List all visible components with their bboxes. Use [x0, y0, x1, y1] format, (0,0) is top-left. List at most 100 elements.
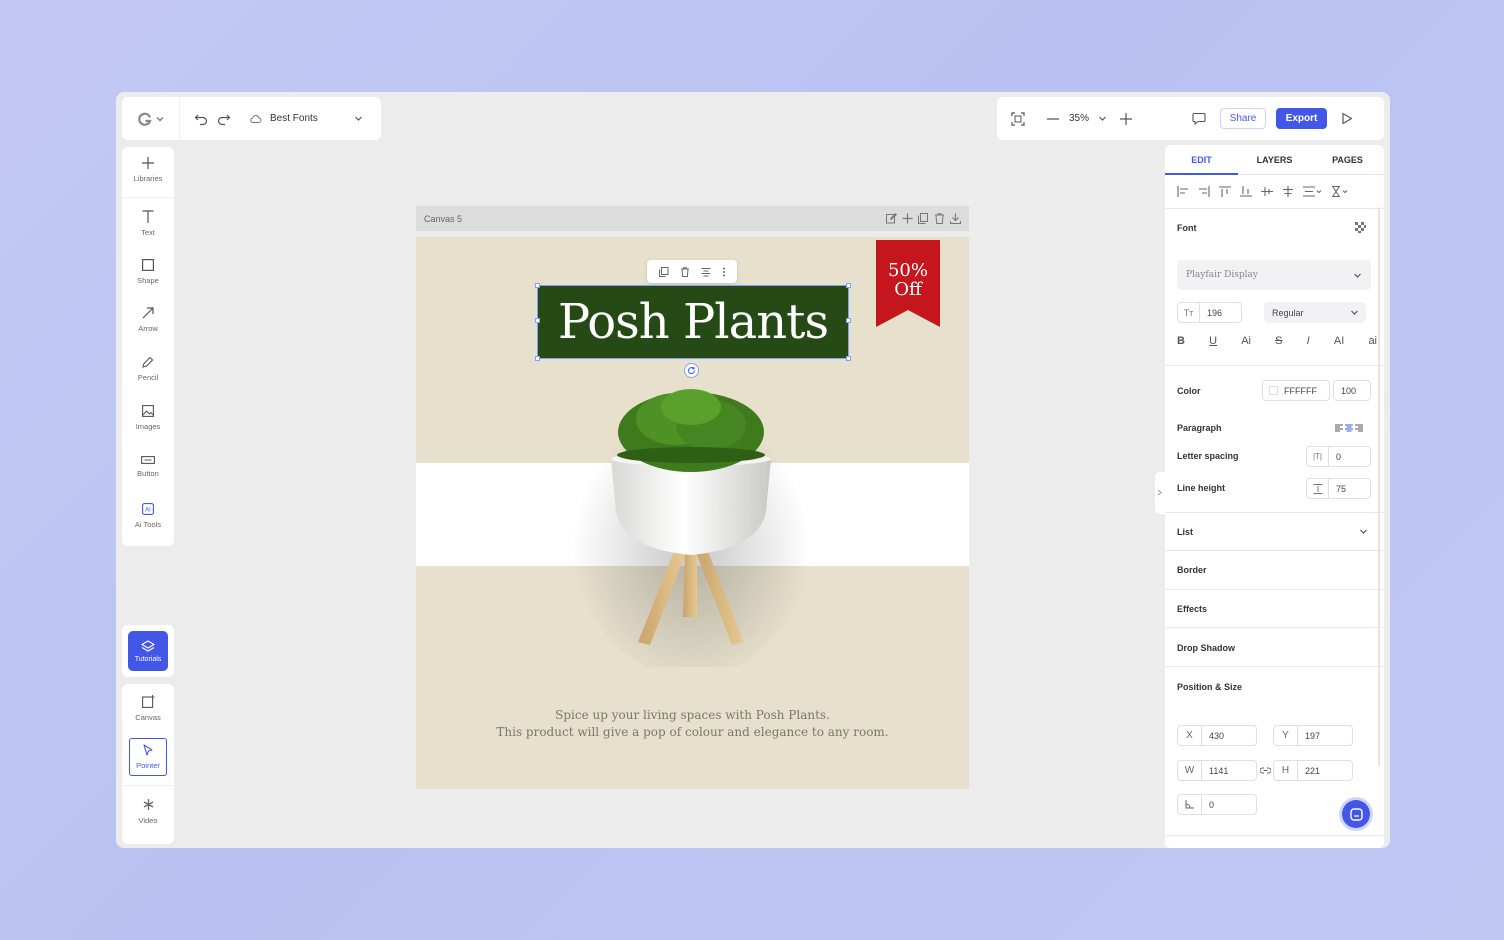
effects-section[interactable]: Effects — [1177, 604, 1207, 614]
font-weight-select[interactable]: Regular — [1264, 302, 1366, 323]
letter-spacing-field[interactable]: |T| 0 — [1306, 446, 1371, 467]
resize-handle[interactable] — [535, 283, 540, 288]
tutorials-button[interactable]: Tutorials — [128, 631, 168, 671]
edit-icon[interactable] — [886, 213, 897, 224]
document-name[interactable]: Best Fonts — [270, 113, 318, 124]
tool-images[interactable]: Images — [122, 395, 174, 441]
align-center-icon[interactable] — [701, 267, 711, 277]
headline-text[interactable]: Posh Plants — [558, 294, 829, 350]
redo-button[interactable] — [217, 112, 231, 126]
align-right-icon[interactable] — [1198, 186, 1210, 197]
panel-scrollbar[interactable] — [1378, 207, 1380, 767]
align-middle-icon[interactable] — [1261, 186, 1273, 197]
color-swatch[interactable] — [1269, 386, 1278, 395]
drop-shadow-section[interactable]: Drop Shadow — [1177, 643, 1235, 653]
tool-text[interactable]: Text — [122, 200, 174, 246]
strikethrough-button[interactable]: S — [1275, 335, 1282, 347]
zoom-in-button[interactable] — [1119, 112, 1133, 126]
document-menu-button[interactable] — [354, 114, 363, 123]
height-field[interactable]: H 221 — [1273, 760, 1353, 781]
trash-icon[interactable] — [934, 213, 945, 224]
zoom-level[interactable]: 35% — [1064, 113, 1094, 124]
italic-button[interactable]: I — [1307, 335, 1310, 347]
font-grid-icon[interactable] — [1355, 222, 1366, 233]
link-icon[interactable] — [1260, 766, 1271, 775]
tool-pointer[interactable]: Pointer — [129, 738, 167, 776]
angle-field[interactable]: 0 — [1177, 794, 1257, 815]
resize-handle[interactable] — [535, 318, 540, 323]
letter-spacing-value[interactable]: 0 — [1329, 452, 1341, 462]
tab-layers[interactable]: LAYERS — [1238, 145, 1311, 174]
tool-canvas[interactable]: Canvas — [122, 685, 174, 731]
width-field[interactable]: W 1141 — [1177, 760, 1257, 781]
tool-pencil[interactable]: Pencil — [122, 346, 174, 392]
export-button[interactable]: Export — [1276, 108, 1327, 129]
list-section[interactable]: List — [1177, 527, 1193, 537]
x-field[interactable]: X 430 — [1177, 725, 1257, 746]
resize-handle[interactable] — [846, 318, 851, 323]
align-top-icon[interactable] — [1219, 186, 1231, 197]
plus-icon[interactable] — [902, 213, 913, 224]
color-hex-field[interactable]: FFFFFF — [1262, 380, 1330, 401]
undo-button[interactable] — [194, 112, 208, 126]
align-right-icon[interactable] — [1355, 424, 1363, 432]
border-section[interactable]: Border — [1177, 565, 1207, 575]
comment-button[interactable] — [1192, 112, 1206, 125]
download-icon[interactable] — [950, 213, 961, 224]
align-left-icon[interactable] — [1335, 424, 1343, 432]
resize-handle[interactable] — [846, 356, 851, 361]
align-left-icon[interactable] — [1177, 186, 1189, 197]
tagline-text[interactable]: Spice up your living spaces with Posh Pl… — [416, 707, 969, 741]
line-height-field[interactable]: 75 — [1306, 478, 1371, 499]
resize-handle[interactable] — [846, 283, 851, 288]
panel-collapse-tab[interactable] — [1155, 472, 1165, 514]
y-field[interactable]: Y 197 — [1273, 725, 1353, 746]
font-family-select[interactable]: Playfair Display — [1177, 260, 1371, 290]
distribute-menu[interactable] — [1303, 186, 1322, 197]
line-height-value[interactable]: 75 — [1329, 484, 1346, 494]
font-size-field[interactable]: Tт 196 — [1177, 302, 1242, 323]
tool-shape[interactable]: Shape — [122, 249, 174, 295]
color-hex-value[interactable]: FFFFFF — [1284, 386, 1317, 396]
font-size-value[interactable]: 196 — [1200, 308, 1222, 318]
tool-ai-tools[interactable]: AI Ai Tools — [122, 493, 174, 539]
width-value[interactable]: 1141 — [1202, 766, 1228, 776]
more-vertical-icon[interactable] — [722, 267, 726, 277]
app-menu-button[interactable] — [122, 97, 180, 140]
zoom-out-button[interactable] — [1046, 112, 1060, 126]
color-opacity-field[interactable]: 100 — [1333, 380, 1371, 401]
angle-value[interactable]: 0 — [1202, 800, 1214, 810]
headline-text-box[interactable]: Posh Plants — [535, 283, 851, 361]
rotate-handle[interactable] — [684, 363, 699, 378]
lowercase-button[interactable]: ai — [1368, 335, 1377, 347]
resize-handle[interactable] — [535, 356, 540, 361]
fit-screen-button[interactable] — [1011, 111, 1025, 126]
bold-button[interactable]: B — [1177, 335, 1185, 347]
share-button[interactable]: Share — [1220, 108, 1266, 129]
tab-edit[interactable]: EDIT — [1165, 145, 1238, 175]
align-center-icon[interactable] — [1282, 186, 1294, 197]
x-value[interactable]: 430 — [1202, 731, 1224, 741]
tool-button[interactable]: Button — [122, 444, 174, 490]
tool-libraries[interactable]: Libraries — [122, 147, 174, 193]
y-value[interactable]: 197 — [1298, 731, 1320, 741]
capitalize-button[interactable]: Ai — [1241, 335, 1251, 347]
color-opacity-value[interactable]: 100 — [1341, 386, 1356, 396]
uppercase-button[interactable]: AI — [1334, 335, 1344, 347]
preview-button[interactable] — [1341, 112, 1353, 125]
potted-plant-image[interactable] — [566, 377, 816, 667]
tool-video[interactable]: Video — [122, 788, 174, 834]
canvas-title[interactable]: Canvas 5 — [424, 214, 462, 224]
artboard[interactable]: Posh Plants 50% Off Spice up your living… — [416, 237, 969, 789]
chat-support-button[interactable] — [1342, 800, 1370, 828]
discount-ribbon[interactable]: 50% Off — [876, 240, 940, 327]
chevron-down-icon[interactable] — [1359, 527, 1368, 536]
copy-icon[interactable] — [658, 266, 669, 277]
zoom-menu-button[interactable] — [1098, 114, 1107, 123]
tool-arrow[interactable]: Arrow — [122, 297, 174, 343]
underline-button[interactable]: U — [1209, 335, 1217, 347]
align-bottom-icon[interactable] — [1240, 186, 1252, 197]
height-value[interactable]: 221 — [1298, 766, 1320, 776]
trash-icon[interactable] — [680, 266, 690, 277]
spacing-menu[interactable] — [1331, 186, 1348, 197]
